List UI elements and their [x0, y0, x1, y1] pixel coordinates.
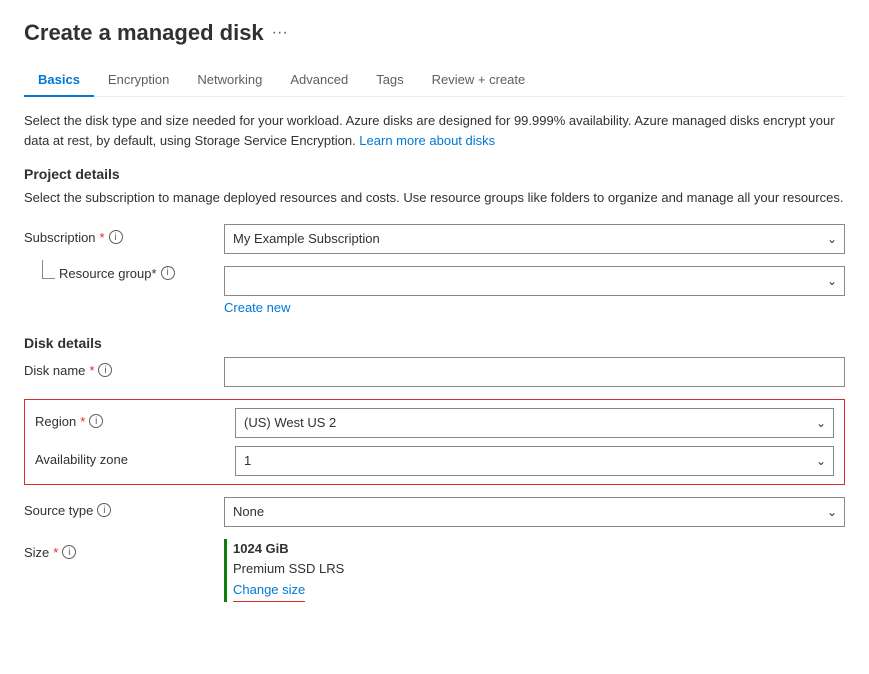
size-info-icon[interactable]: i — [62, 545, 76, 559]
learn-more-link[interactable]: Learn more about disks — [359, 133, 495, 148]
disk-name-control — [224, 357, 845, 387]
disk-name-row: Disk name * i — [24, 357, 845, 387]
subscription-row: Subscription * i My Example Subscription… — [24, 224, 845, 254]
resource-group-indent: Resource group * i — [24, 266, 224, 281]
resource-group-required: * — [152, 266, 157, 281]
disk-details-section: Disk details Disk name * i Region * i (U… — [24, 335, 845, 602]
source-type-info-icon[interactable]: i — [97, 503, 111, 517]
availability-zone-select-wrapper: 1 2 3 ⌄ — [235, 446, 834, 476]
project-details-header: Project details — [24, 166, 845, 182]
tab-encryption[interactable]: Encryption — [94, 64, 183, 97]
availability-zone-label: Availability zone — [35, 446, 235, 467]
subscription-select[interactable]: My Example Subscription — [224, 224, 845, 254]
subscription-select-wrapper: My Example Subscription ⌄ — [224, 224, 845, 254]
region-required: * — [80, 414, 85, 429]
subscription-required: * — [100, 230, 105, 245]
availability-zone-row: Availability zone 1 2 3 ⌄ — [35, 446, 834, 476]
disk-name-required: * — [89, 363, 94, 378]
size-type: Premium SSD LRS — [233, 559, 845, 580]
tab-advanced[interactable]: Advanced — [276, 64, 362, 97]
resource-group-control: ⌄ Create new — [224, 266, 845, 315]
disk-details-header: Disk details — [24, 335, 845, 351]
tab-networking[interactable]: Networking — [183, 64, 276, 97]
size-row: Size * i 1024 GiB Premium SSD LRS Change… — [24, 539, 845, 602]
resource-group-select[interactable] — [224, 266, 845, 296]
availability-zone-select[interactable]: 1 2 3 — [235, 446, 834, 476]
change-size-link[interactable]: Change size — [233, 580, 305, 602]
region-row: Region * i (US) West US 2 ⌄ — [35, 408, 834, 438]
tab-tags[interactable]: Tags — [362, 64, 417, 97]
project-details-section: Project details Select the subscription … — [24, 166, 845, 315]
region-availability-highlight: Region * i (US) West US 2 ⌄ Availability… — [24, 399, 845, 485]
subscription-info-icon[interactable]: i — [109, 230, 123, 244]
size-required: * — [53, 545, 58, 560]
disk-name-info-icon[interactable]: i — [98, 363, 112, 377]
subscription-label: Subscription * i — [24, 224, 224, 245]
size-value: 1024 GiB — [233, 539, 845, 560]
region-select-wrapper: (US) West US 2 ⌄ — [235, 408, 834, 438]
region-info-icon[interactable]: i — [89, 414, 103, 428]
page-description: Select the disk type and size needed for… — [24, 111, 845, 150]
availability-zone-control: 1 2 3 ⌄ — [235, 446, 834, 476]
source-type-label: Source type i — [24, 497, 224, 518]
region-control: (US) West US 2 ⌄ — [235, 408, 834, 438]
project-details-description: Select the subscription to manage deploy… — [24, 188, 845, 208]
tab-basics[interactable]: Basics — [24, 64, 94, 97]
resource-group-label: Resource group — [59, 266, 152, 281]
source-type-select-wrapper: None ⌄ — [224, 497, 845, 527]
subscription-control: My Example Subscription ⌄ — [224, 224, 845, 254]
source-type-select[interactable]: None — [224, 497, 845, 527]
resource-group-select-wrapper: ⌄ — [224, 266, 845, 296]
source-type-control: None ⌄ — [224, 497, 845, 527]
resource-group-info-icon[interactable]: i — [161, 266, 175, 280]
resource-group-row: Resource group * i ⌄ Create new — [24, 266, 845, 315]
tab-bar: Basics Encryption Networking Advanced Ta… — [24, 64, 845, 97]
size-control: 1024 GiB Premium SSD LRS Change size — [224, 539, 845, 602]
size-info: 1024 GiB Premium SSD LRS Change size — [224, 539, 845, 602]
ellipsis-menu-icon[interactable]: ··· — [272, 24, 288, 42]
page-title: Create a managed disk — [24, 20, 264, 46]
create-new-link[interactable]: Create new — [224, 300, 290, 315]
tab-review-create[interactable]: Review + create — [418, 64, 540, 97]
source-type-row: Source type i None ⌄ — [24, 497, 845, 527]
disk-name-input[interactable] — [224, 357, 845, 387]
region-select[interactable]: (US) West US 2 — [235, 408, 834, 438]
size-label: Size * i — [24, 539, 224, 560]
region-label: Region * i — [35, 408, 235, 429]
disk-name-label: Disk name * i — [24, 357, 224, 378]
